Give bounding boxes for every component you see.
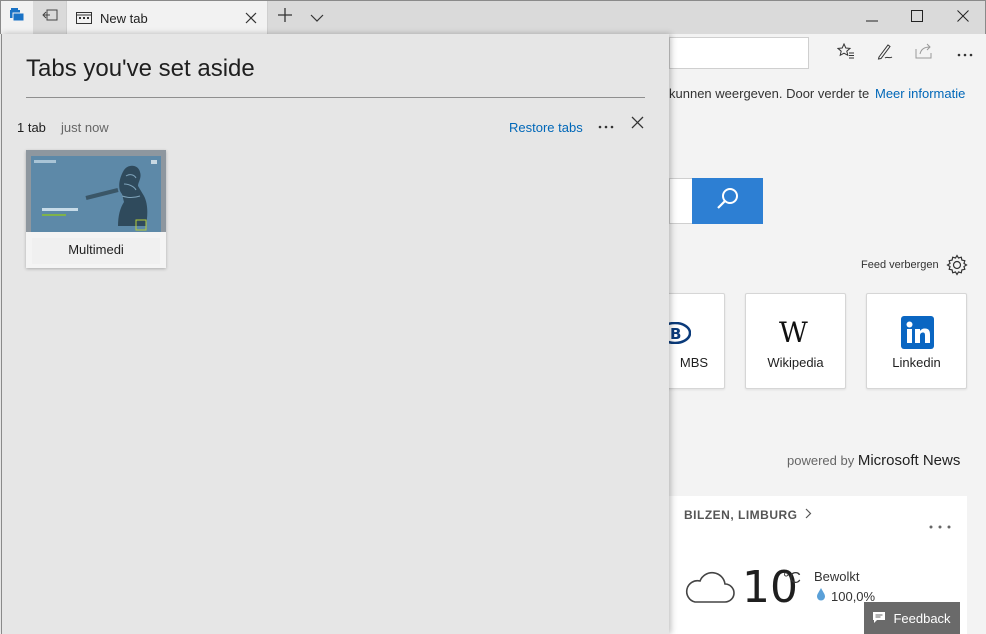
svg-text:B: B bbox=[670, 325, 681, 343]
share-button[interactable] bbox=[909, 40, 939, 66]
tab-group-time: just now bbox=[61, 120, 109, 135]
search-icon bbox=[715, 186, 741, 217]
tab-preview-image bbox=[26, 150, 166, 232]
maximize-button[interactable] bbox=[894, 1, 940, 34]
tabs-set-aside-panel: Tabs you've set aside 1 tab just now Res… bbox=[1, 34, 669, 634]
settings-more-button[interactable] bbox=[950, 40, 980, 66]
feedback-icon bbox=[873, 611, 886, 626]
linkedin-logo-icon bbox=[901, 316, 934, 354]
favorites-button[interactable] bbox=[831, 40, 861, 66]
more-info-link[interactable]: Meer informatie bbox=[875, 86, 965, 101]
top-site-tile-linkedin[interactable]: Linkedin bbox=[866, 293, 967, 389]
microsoft-news-brand: Microsoft News bbox=[857, 452, 961, 469]
close-icon bbox=[631, 116, 644, 134]
cookie-notice-text: kunnen weergeven. Door verder te bbox=[669, 86, 869, 101]
tab-new-tab[interactable]: New tab bbox=[66, 1, 268, 35]
tab-group-more-button[interactable] bbox=[594, 114, 618, 136]
weather-location-name: BILZEN, LIMBURG bbox=[684, 508, 798, 522]
pen-icon bbox=[876, 42, 894, 65]
more-icon bbox=[957, 44, 973, 62]
tab-title: New tab bbox=[100, 10, 148, 26]
favorites-icon bbox=[836, 42, 855, 64]
top-site-tile-wikipedia[interactable]: W Wikipedia bbox=[745, 293, 846, 389]
restore-tabs-link[interactable]: Restore tabs bbox=[509, 120, 583, 135]
tabs-aside-button[interactable] bbox=[1, 1, 33, 34]
wikipedia-logo-icon: W bbox=[778, 316, 814, 351]
weather-unit: °C bbox=[783, 570, 801, 587]
minimize-button[interactable] bbox=[849, 1, 895, 34]
chevron-down-icon bbox=[310, 9, 324, 27]
cloud-icon bbox=[683, 566, 735, 611]
raindrop-icon bbox=[816, 588, 826, 606]
feed-hide-link[interactable]: Feed verbergen bbox=[861, 259, 939, 271]
weather-more-icon[interactable] bbox=[928, 516, 952, 534]
close-window-icon bbox=[957, 9, 969, 27]
chevron-right-icon bbox=[805, 508, 812, 522]
close-window-button[interactable] bbox=[940, 1, 986, 34]
share-icon bbox=[915, 43, 933, 64]
search-button[interactable] bbox=[692, 178, 763, 224]
tabs-aside-icon bbox=[9, 7, 25, 28]
weather-condition: Bewolkt bbox=[814, 569, 860, 584]
feedback-label: Feedback bbox=[893, 610, 951, 626]
weather-location[interactable]: BILZEN, LIMBURG bbox=[684, 508, 812, 522]
maximize-icon bbox=[911, 9, 923, 27]
set-tabs-aside-button[interactable] bbox=[35, 1, 65, 34]
tile-label: Wikipedia bbox=[767, 355, 824, 370]
tile-label: Linkedin bbox=[892, 355, 941, 370]
svg-text:W: W bbox=[779, 318, 808, 346]
new-tab-page-icon bbox=[76, 12, 92, 24]
address-bar[interactable] bbox=[669, 37, 809, 69]
close-icon[interactable] bbox=[245, 12, 257, 24]
search-input[interactable] bbox=[669, 178, 693, 224]
set-tabs-aside-icon bbox=[42, 8, 58, 27]
divider bbox=[26, 97, 645, 98]
thumbnail-title: Multimedi bbox=[32, 238, 160, 264]
tab-group-close-button[interactable] bbox=[626, 114, 648, 136]
feedback-button[interactable]: Feedback bbox=[864, 602, 960, 634]
notes-button[interactable] bbox=[870, 40, 900, 66]
more-icon bbox=[598, 116, 614, 134]
gear-icon[interactable] bbox=[946, 254, 968, 276]
new-tab-button[interactable] bbox=[271, 1, 299, 34]
powered-by-label: powered by Microsoft News bbox=[787, 452, 960, 469]
tab-group-count: 1 tab bbox=[17, 120, 46, 135]
set-aside-tab-thumbnail[interactable]: Multimedi bbox=[26, 150, 166, 268]
tab-preview-button[interactable] bbox=[303, 1, 331, 34]
powered-prefix: powered by bbox=[787, 453, 855, 468]
title-bar: New tab bbox=[0, 0, 986, 35]
page-title: Tabs you've set aside bbox=[26, 55, 255, 82]
plus-icon bbox=[278, 8, 292, 27]
minimize-icon bbox=[866, 9, 878, 27]
